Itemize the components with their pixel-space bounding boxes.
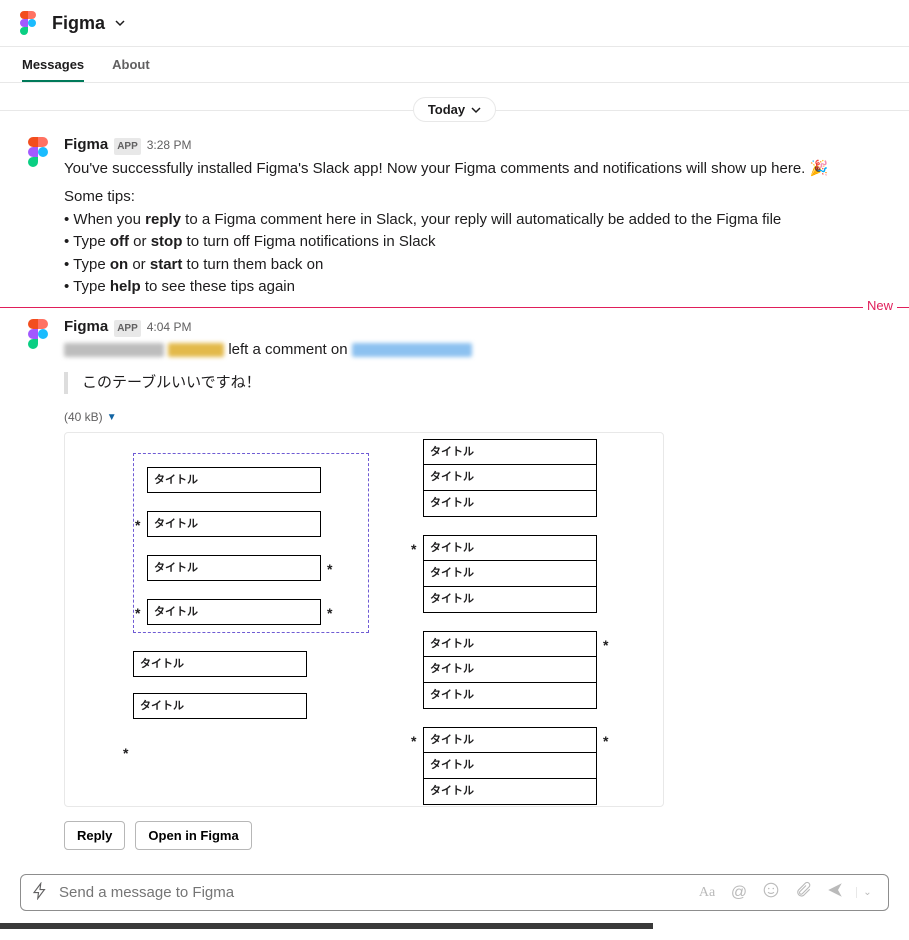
sender-name[interactable]: Figma: [64, 134, 108, 157]
tip-line: Type on or start to turn them back on: [64, 254, 889, 277]
message-body: Figma APP 3:28 PM You've successfully in…: [64, 134, 889, 299]
figma-logo-icon: [20, 12, 42, 34]
preview-cell: タイトル: [423, 491, 597, 517]
asterisk-icon: *: [603, 635, 608, 656]
message-text: You've successfully installed Figma's Sl…: [64, 158, 889, 299]
chevron-down-icon[interactable]: [115, 18, 125, 28]
message-header: Figma APP 4:04 PM: [64, 316, 889, 339]
preview-cell: タイトル: [133, 693, 307, 719]
preview-cell: タイトル: [423, 753, 597, 779]
channel-header: Figma: [0, 0, 909, 47]
message-actions: Reply Open in Figma: [64, 821, 889, 850]
tab-messages[interactable]: Messages: [22, 47, 84, 82]
preview-cell: タイトル: [147, 467, 321, 493]
sender-name[interactable]: Figma: [64, 316, 108, 339]
app-badge: APP: [114, 138, 141, 155]
attach-icon[interactable]: [792, 881, 814, 904]
new-divider: New: [0, 307, 909, 308]
avatar[interactable]: [20, 134, 56, 170]
attachment-size: (40 kB): [64, 408, 103, 426]
preview-cell: タイトル: [147, 555, 321, 581]
date-label: Today: [428, 102, 465, 117]
caret-down-icon: ▼: [107, 410, 117, 425]
preview-cell: タイトル: [423, 535, 597, 561]
preview-cell: タイトル: [423, 465, 597, 491]
comment-quote: このテーブルいいですね！: [64, 372, 889, 395]
bottom-bar: [0, 923, 653, 929]
preview-cell: タイトル: [423, 439, 597, 465]
tab-about[interactable]: About: [112, 47, 150, 82]
tips-heading: Some tips:: [64, 186, 889, 209]
comment-mid-text: left a comment on: [228, 341, 351, 358]
comment-summary: left a comment on: [64, 339, 889, 362]
asterisk-icon: *: [603, 731, 608, 752]
reply-button[interactable]: Reply: [64, 821, 125, 850]
message-composer[interactable]: Aa @ ⌄: [20, 874, 889, 911]
preview-cell: タイトル: [133, 651, 307, 677]
attachment-meta[interactable]: (40 kB) ▼: [64, 408, 889, 426]
asterisk-icon: *: [123, 743, 128, 764]
redacted-file-link[interactable]: [352, 343, 472, 357]
shortcuts-icon[interactable]: [31, 882, 49, 904]
preview-cell: タイトル: [423, 631, 597, 657]
chevron-down-icon: [471, 105, 481, 115]
asterisk-icon: *: [135, 515, 140, 536]
preview-cell: タイトル: [147, 599, 321, 625]
preview-cell: タイトル: [423, 683, 597, 709]
emoji-icon[interactable]: [760, 881, 782, 904]
date-pill[interactable]: Today: [413, 97, 496, 122]
timestamp[interactable]: 4:04 PM: [147, 318, 192, 336]
preview-cell: タイトル: [147, 511, 321, 537]
preview-cell: タイトル: [423, 657, 597, 683]
message: Figma APP 3:28 PM You've successfully in…: [0, 128, 909, 305]
preview-cell: タイトル: [423, 587, 597, 613]
message-body: Figma APP 4:04 PM left a comment on このテー…: [64, 316, 889, 851]
asterisk-icon: *: [327, 559, 332, 580]
mention-icon[interactable]: @: [728, 884, 750, 902]
preview-cell: タイトル: [423, 561, 597, 587]
tip-line: Type help to see these tips again: [64, 276, 889, 299]
preview-cell: タイトル: [423, 779, 597, 805]
asterisk-icon: *: [135, 603, 140, 624]
tip-line: Type off or stop to turn off Figma notif…: [64, 231, 889, 254]
message-input[interactable]: [59, 884, 686, 901]
message-header: Figma APP 3:28 PM: [64, 134, 889, 157]
asterisk-icon: *: [411, 731, 416, 752]
message: Figma APP 4:04 PM left a comment on このテー…: [0, 310, 909, 857]
app-badge: APP: [114, 320, 141, 337]
intro-line: You've successfully installed Figma's Sl…: [64, 158, 889, 181]
tab-bar: Messages About: [0, 47, 909, 83]
asterisk-icon: *: [327, 603, 332, 624]
redacted-user: [168, 343, 224, 357]
send-options-icon[interactable]: ⌄: [856, 887, 878, 898]
asterisk-icon: *: [411, 539, 416, 560]
date-divider: Today: [0, 97, 909, 122]
send-icon[interactable]: [824, 881, 846, 904]
tip-line: When you reply to a Figma comment here i…: [64, 209, 889, 232]
avatar[interactable]: [20, 316, 56, 352]
channel-title[interactable]: Figma: [52, 13, 105, 34]
timestamp[interactable]: 3:28 PM: [147, 136, 192, 154]
preview-cell: タイトル: [423, 727, 597, 753]
redacted-user: [64, 343, 164, 357]
figma-preview-image[interactable]: タイトル タイトル * タイトル * タイトル * * タイトル タイトル * …: [64, 432, 664, 807]
formatting-icon[interactable]: Aa: [696, 885, 718, 901]
open-in-figma-button[interactable]: Open in Figma: [135, 821, 251, 850]
